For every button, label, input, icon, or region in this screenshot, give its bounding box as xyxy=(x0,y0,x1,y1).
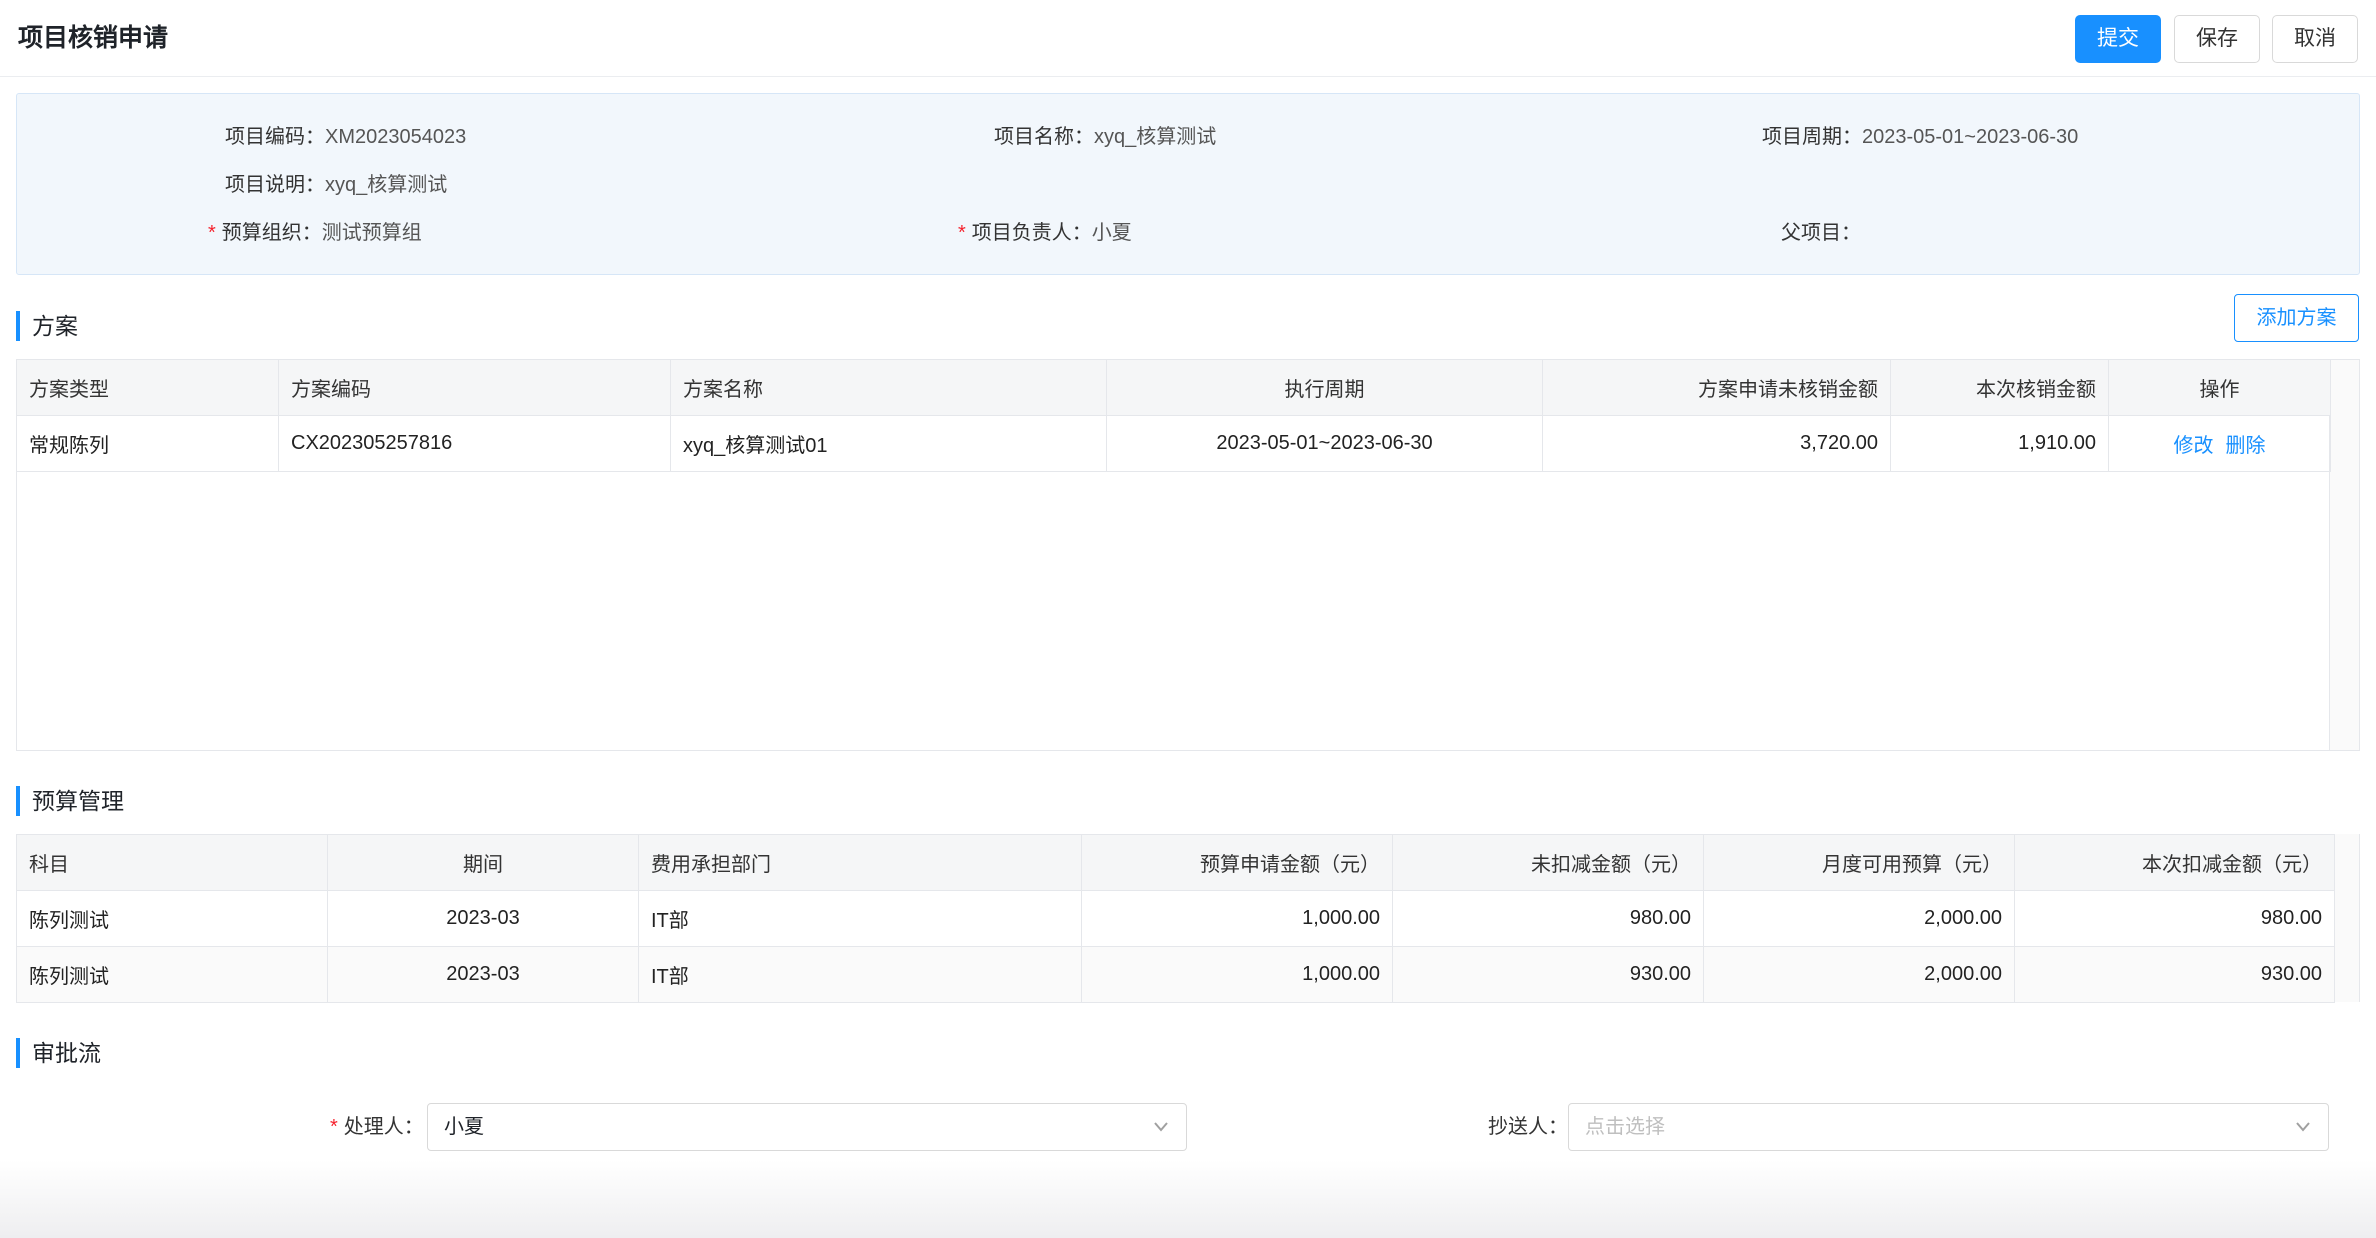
project-code-value: XM2023054023 xyxy=(325,126,467,148)
handler-label: 处理人： xyxy=(343,1116,424,1138)
budget-org-field: * 预算组织：测试预算组 xyxy=(208,218,422,248)
handler-select[interactable]: 小夏 xyxy=(427,1103,1187,1151)
cc-select[interactable]: 点击选择 xyxy=(1568,1103,2329,1151)
col-period: 期间 xyxy=(327,834,639,891)
table-row: 陈列测试 2023-03 IT部 1,000.00 930.00 2,000.0… xyxy=(16,946,2335,1003)
col-plan-name: 方案名称 xyxy=(670,359,1107,416)
exec-period-cell: 2023-05-01~2023-06-30 xyxy=(1106,415,1543,472)
col-deduct-amount: 本次扣减金额（元） xyxy=(2014,834,2335,891)
project-desc-label: 项目说明： xyxy=(225,174,325,196)
required-mark: * xyxy=(958,222,966,244)
budget-org-label: 预算组织： xyxy=(221,222,322,244)
project-desc-field: 项目说明：xyq_核算测试 xyxy=(225,170,447,200)
plan-type-cell: 常规陈列 xyxy=(16,415,279,472)
subject-cell: 陈列测试 xyxy=(16,946,328,1003)
delete-plan-link[interactable]: 删除 xyxy=(2226,435,2266,457)
plan-section-title: 方案 xyxy=(16,311,78,341)
handler-value: 小夏 xyxy=(444,1116,484,1138)
budget-section-title: 预算管理 xyxy=(16,786,124,816)
budget-table: 科目 期间 费用承担部门 预算申请金额（元） 未扣减金额（元） 月度可用预算（元… xyxy=(16,834,2335,1003)
col-current-amount: 本次核销金额 xyxy=(1890,359,2109,416)
parent-project-field: 父项目： xyxy=(1781,218,1861,248)
project-owner-field: * 项目负责人：小夏 xyxy=(958,218,1132,248)
dept-cell: IT部 xyxy=(638,890,1082,947)
add-plan-button[interactable]: 添加方案 xyxy=(2234,294,2359,342)
deduct-amount-cell: 930.00 xyxy=(2014,946,2335,1003)
apply-amount-cell: 1,000.00 xyxy=(1081,890,1393,947)
plan-table-scrollbar[interactable] xyxy=(2330,359,2360,751)
cc-placeholder: 点击选择 xyxy=(1585,1116,1665,1138)
project-code-label: 项目编码： xyxy=(225,126,325,148)
apply-amount-cell: 1,000.00 xyxy=(1081,946,1393,1003)
plan-table-header: 方案类型 方案编码 方案名称 执行周期 方案申请未核销金额 本次核销金额 操作 xyxy=(16,359,2331,416)
project-period-value: 2023-05-01~2023-06-30 xyxy=(1862,126,2079,148)
col-subject: 科目 xyxy=(16,834,328,891)
bottom-shadow xyxy=(0,1160,2376,1238)
col-undeducted-amount: 未扣减金额（元） xyxy=(1392,834,1704,891)
cc-label: 抄送人： xyxy=(1488,1116,1568,1138)
approval-section-title: 审批流 xyxy=(16,1038,101,1068)
undeducted-amount-cell: 980.00 xyxy=(1392,890,1704,947)
page-header: 项目核销申请 提交 保存 取消 xyxy=(0,0,2376,77)
deduct-amount-cell: 980.00 xyxy=(2014,890,2335,947)
monthly-budget-cell: 2,000.00 xyxy=(1703,890,2015,947)
plan-code-cell: CX202305257816 xyxy=(278,415,671,472)
col-plan-type: 方案类型 xyxy=(16,359,279,416)
project-name-value: xyq_核算测试 xyxy=(1094,126,1217,148)
col-dept: 费用承担部门 xyxy=(638,834,1082,891)
unverified-amount-cell: 3,720.00 xyxy=(1542,415,1891,472)
chevron-down-icon xyxy=(1152,1104,1170,1167)
cancel-button[interactable]: 取消 xyxy=(2272,15,2358,63)
budget-table-header: 科目 期间 费用承担部门 预算申请金额（元） 未扣减金额（元） 月度可用预算（元… xyxy=(16,834,2335,891)
current-amount-cell: 1,910.00 xyxy=(1890,415,2109,472)
project-name-field: 项目名称：xyq_核算测试 xyxy=(994,122,1216,152)
chevron-down-icon xyxy=(2294,1104,2312,1167)
col-actions: 操作 xyxy=(2108,359,2331,416)
col-plan-code: 方案编码 xyxy=(278,359,671,416)
submit-button[interactable]: 提交 xyxy=(2075,15,2161,63)
table-row: 常规陈列 CX202305257816 xyq_核算测试01 2023-05-0… xyxy=(16,415,2331,472)
table-row: 陈列测试 2023-03 IT部 1,000.00 980.00 2,000.0… xyxy=(16,890,2335,947)
project-desc-value: xyq_核算测试 xyxy=(325,174,448,196)
col-apply-amount: 预算申请金额（元） xyxy=(1081,834,1393,891)
col-exec-period: 执行周期 xyxy=(1106,359,1543,416)
page-title: 项目核销申请 xyxy=(18,24,169,52)
col-unverified-amount: 方案申请未核销金额 xyxy=(1542,359,1891,416)
plan-table: 方案类型 方案编码 方案名称 执行周期 方案申请未核销金额 本次核销金额 操作 … xyxy=(16,359,2331,472)
edit-plan-link[interactable]: 修改 xyxy=(2174,435,2214,457)
project-info-panel: 项目编码：XM2023054023 项目名称：xyq_核算测试 项目周期：202… xyxy=(16,93,2360,275)
project-owner-label: 项目负责人： xyxy=(971,222,1092,244)
project-name-label: 项目名称： xyxy=(994,126,1094,148)
undeducted-amount-cell: 930.00 xyxy=(1392,946,1704,1003)
project-code-field: 项目编码：XM2023054023 xyxy=(225,122,466,152)
budget-org-value: 测试预算组 xyxy=(321,222,422,244)
handler-label-wrap: * 处理人： xyxy=(330,1103,424,1151)
required-mark: * xyxy=(208,222,216,244)
monthly-budget-cell: 2,000.00 xyxy=(1703,946,2015,1003)
parent-project-label: 父项目： xyxy=(1781,222,1861,244)
col-monthly-budget: 月度可用预算（元） xyxy=(1703,834,2015,891)
period-cell: 2023-03 xyxy=(327,946,639,1003)
required-mark: * xyxy=(330,1116,338,1138)
budget-table-scrollbar[interactable] xyxy=(2334,834,2360,1002)
plan-name-cell: xyq_核算测试01 xyxy=(670,415,1107,472)
actions-cell: 修改 删除 xyxy=(2108,415,2331,472)
dept-cell: IT部 xyxy=(638,946,1082,1003)
project-period-field: 项目周期：2023-05-01~2023-06-30 xyxy=(1762,122,2078,152)
project-owner-value: 小夏 xyxy=(1091,222,1132,244)
subject-cell: 陈列测试 xyxy=(16,890,328,947)
period-cell: 2023-03 xyxy=(327,890,639,947)
project-period-label: 项目周期： xyxy=(1762,126,1862,148)
save-button[interactable]: 保存 xyxy=(2174,15,2260,63)
